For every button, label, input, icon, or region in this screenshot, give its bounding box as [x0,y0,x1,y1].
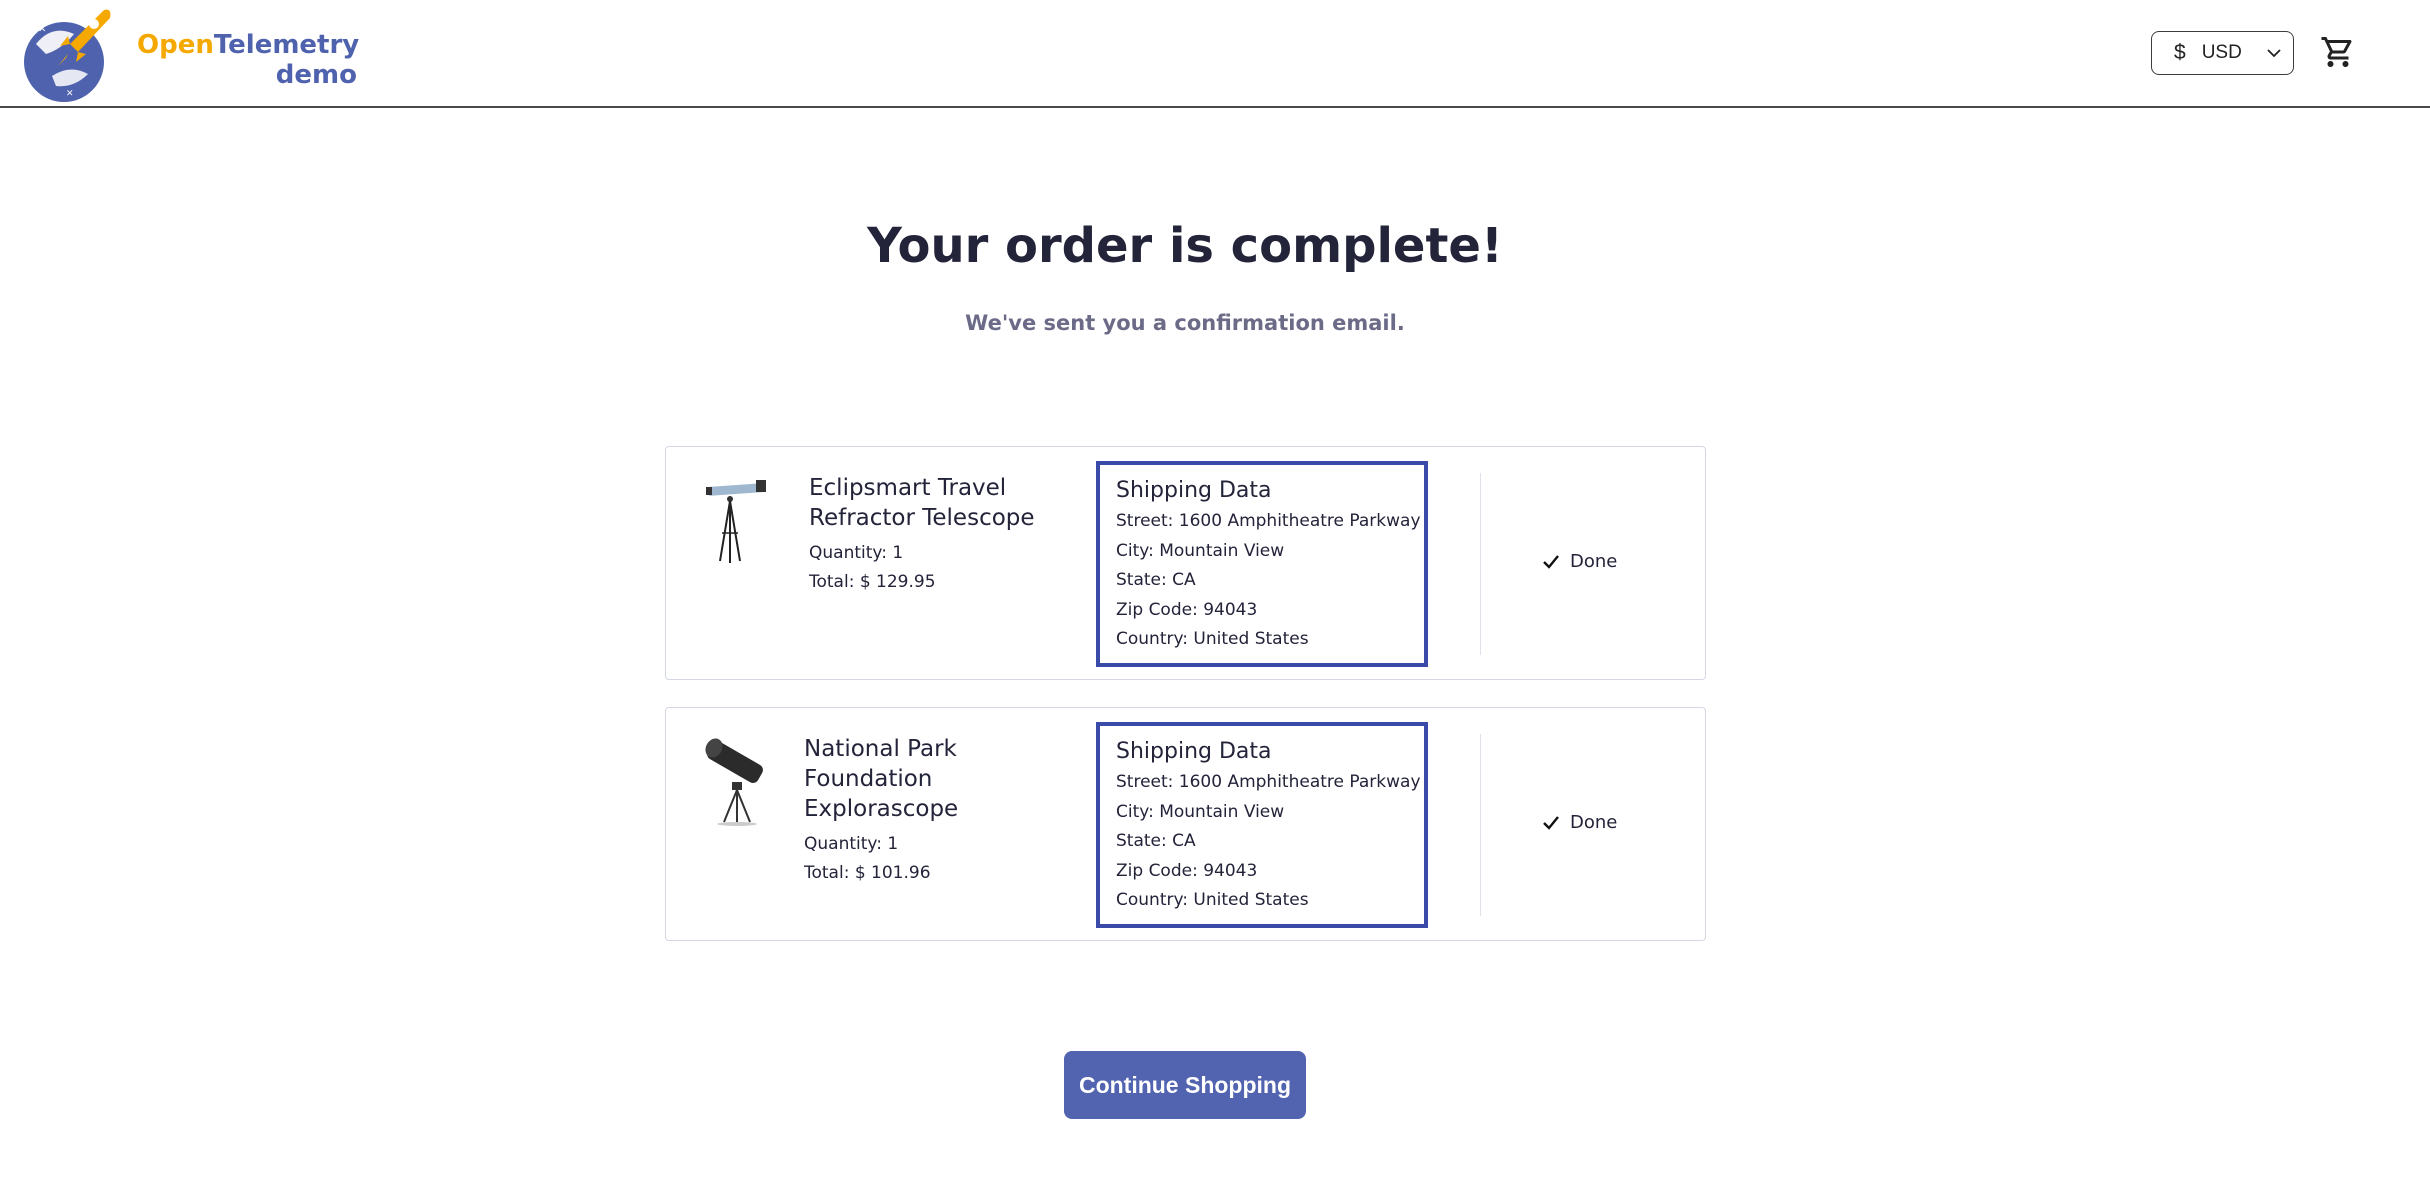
shipping-data-box: Shipping Data Street: 1600 Amphitheatre … [1096,461,1428,667]
order-item-card: Eclipsmart Travel Refractor Telescope Qu… [665,446,1706,680]
product-total: Total: $ 101.96 [804,863,931,883]
shipping-country: Country: United States [1116,629,1309,649]
product-quantity: Quantity: 1 [804,834,899,854]
currency-code: USD [2201,42,2242,63]
shipping-country: Country: United States [1116,890,1309,910]
shipping-data-title: Shipping Data [1116,739,1272,764]
continue-shopping-button[interactable]: Continue Shopping [1064,1051,1306,1119]
shipping-city: City: Mountain View [1116,801,1285,822]
chevron-down-icon [2267,49,2281,58]
logo-text-telemetry: Telemetry [213,30,360,60]
opentelemetry-demo-logo[interactable]: ✕ ✕ OpenTelemetry demo [22,4,359,104]
card-divider [1480,473,1481,655]
order-item-card: National Park Foundation Explorascope Qu… [665,707,1706,941]
order-status-label: Done [1570,812,1618,833]
shipping-state: State: CA [1116,570,1196,590]
checkmark-icon [1543,815,1559,830]
shipping-zip: Zip Code: 94043 [1116,860,1258,881]
refractor-telescope-image [706,480,766,563]
shipping-data-box: Shipping Data Street: 1600 Amphitheatre … [1096,722,1428,928]
product-quantity: Quantity: 1 [809,543,904,563]
svg-text:✕: ✕ [38,24,46,35]
shopping-cart-icon[interactable] [2320,34,2356,70]
order-status-label: Done [1570,551,1618,572]
currency-symbol: $ [2174,41,2186,64]
order-item-info: National Park Foundation Explorascope Qu… [804,734,1054,888]
logo-text-open: Open [137,30,214,60]
logo-wordmark: OpenTelemetry demo [137,30,360,90]
site-header: ✕ ✕ OpenTelemetry demo $ USD [0,0,2430,108]
rocket-logo-icon: ✕ ✕ [24,9,111,102]
page-title: Your order is complete! [867,218,1503,274]
order-item-info: Eclipsmart Travel Refractor Telescope Qu… [809,473,1059,597]
checkmark-icon [1543,554,1559,569]
currency-select[interactable]: $ USD [2151,31,2294,75]
shipping-data-title: Shipping Data [1116,478,1272,503]
shipping-street: Street: 1600 Amphitheatre Parkway [1116,772,1421,792]
card-divider [1480,734,1481,916]
shipping-zip: Zip Code: 94043 [1116,599,1258,620]
product-name: National Park Foundation Explorascope [804,736,959,822]
explorascope-telescope-image [705,738,763,826]
product-name: Eclipsmart Travel Refractor Telescope [809,475,1035,531]
order-status: Done [1542,551,1617,572]
shipping-city: City: Mountain View [1116,540,1285,561]
order-status: Done [1542,812,1617,833]
shipping-state: State: CA [1116,831,1196,851]
product-total: Total: $ 129.95 [809,572,936,592]
shipping-street: Street: 1600 Amphitheatre Parkway [1116,511,1421,531]
svg-text:✕: ✕ [66,89,74,99]
logo-text-demo: demo [275,60,357,90]
confirmation-message: We've sent you a confirmation email. [965,311,1405,335]
